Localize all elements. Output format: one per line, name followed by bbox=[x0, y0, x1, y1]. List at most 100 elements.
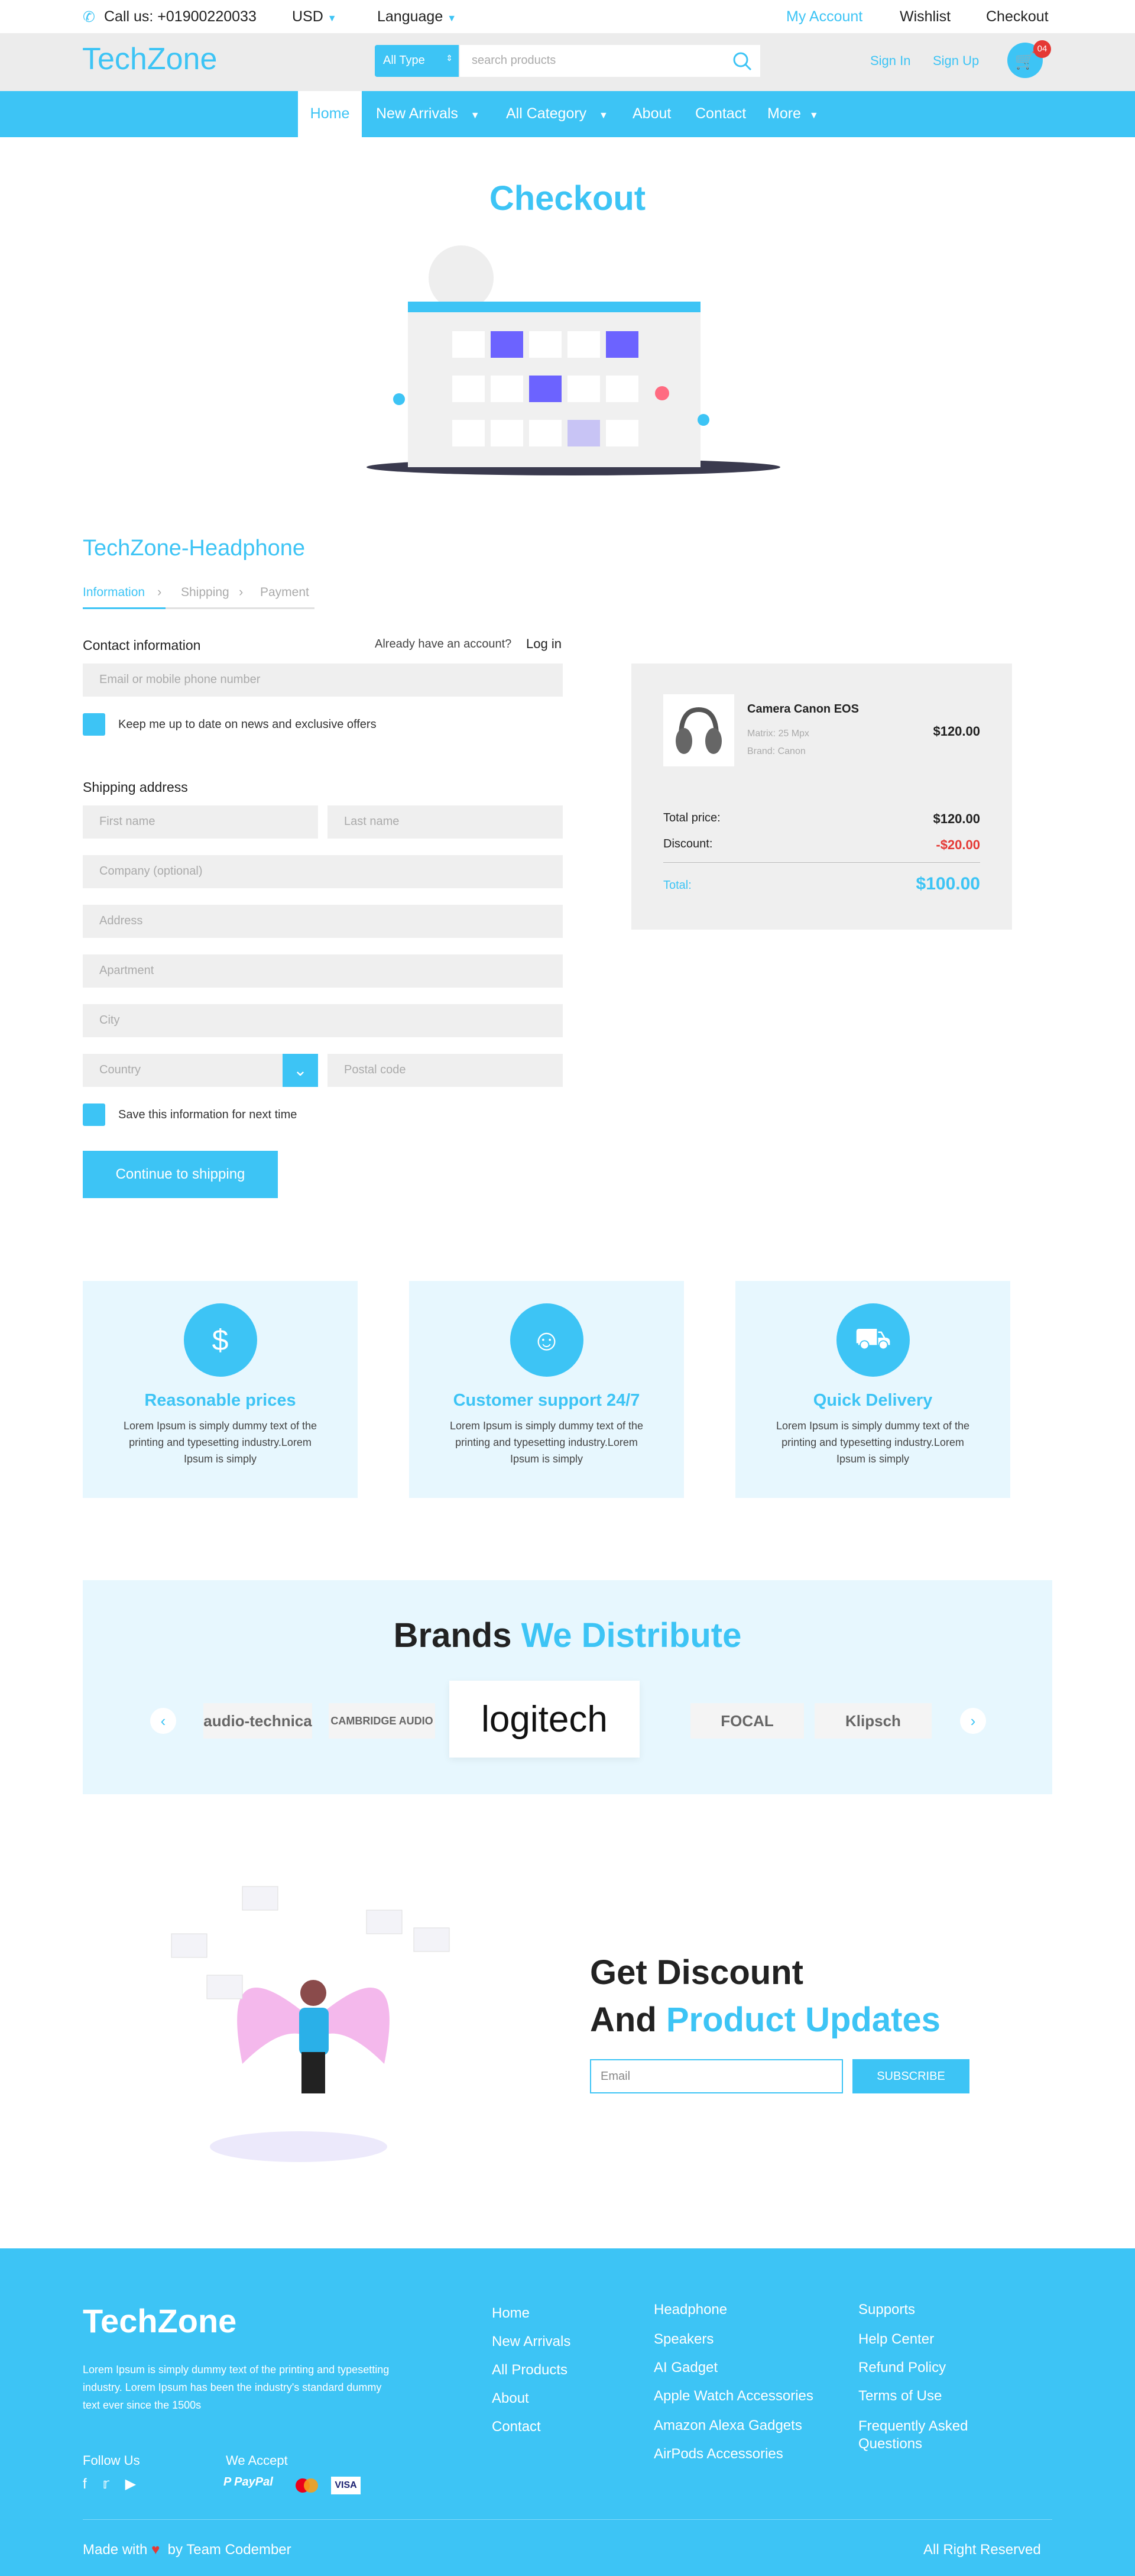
next-arrow-button[interactable]: › bbox=[960, 1708, 986, 1734]
nav-contact[interactable]: Contact bbox=[695, 105, 746, 122]
footer-link[interactable]: Contact bbox=[492, 2419, 541, 2435]
phone-icon: ✆ bbox=[83, 9, 95, 25]
follow-us-label: Follow Us bbox=[83, 2453, 140, 2468]
footer-link[interactable]: AI Gadget bbox=[654, 2360, 718, 2376]
footer-link[interactable]: Apple Watch Accessories bbox=[654, 2388, 813, 2405]
brand-focal[interactable]: FOCAL bbox=[690, 1703, 804, 1739]
nav-more[interactable]: More ▼ bbox=[767, 105, 819, 122]
step-payment[interactable]: Payment bbox=[260, 585, 309, 600]
logo[interactable]: TechZone bbox=[82, 41, 217, 77]
discount-label: Discount: bbox=[663, 837, 713, 850]
nav-all-category[interactable]: All Category ▼ bbox=[506, 105, 608, 122]
chevron-right-icon: › bbox=[157, 584, 162, 599]
total-price-value: $120.00 bbox=[933, 811, 980, 826]
save-info-checkbox[interactable] bbox=[83, 1103, 105, 1126]
brands-section: Brands We Distribute ‹ audio-technica CA… bbox=[83, 1580, 1052, 1794]
facebook-icon[interactable]: f bbox=[83, 2476, 87, 2492]
step-information[interactable]: Information bbox=[83, 585, 145, 600]
subscribe-illustration bbox=[160, 1875, 502, 2170]
search-input[interactable]: search products bbox=[460, 45, 760, 77]
address-field[interactable]: Address bbox=[83, 905, 563, 938]
brand-logitech[interactable]: logitech bbox=[449, 1681, 640, 1758]
postal-code-field[interactable]: Postal code bbox=[327, 1054, 563, 1087]
mastercard-icon bbox=[292, 2477, 322, 2494]
brand-cambridge-audio[interactable]: CAMBRIDGE AUDIO bbox=[329, 1703, 435, 1739]
footer-link[interactable]: Amazon Alexa Gadgets bbox=[654, 2418, 802, 2434]
divider bbox=[663, 862, 980, 863]
shipping-label: Shipping address bbox=[83, 779, 188, 795]
footer-link[interactable]: All Products bbox=[492, 2362, 568, 2378]
footer-link[interactable]: Home bbox=[492, 2305, 530, 2322]
first-name-field[interactable]: First name bbox=[83, 805, 318, 839]
we-accept-label: We Accept bbox=[226, 2453, 288, 2468]
feature-title: Customer support 24/7 bbox=[453, 1391, 640, 1410]
main-nav: Home New Arrivals ▼ All Category ▼ About… bbox=[0, 91, 1135, 137]
hand-dollar-icon: $ bbox=[183, 1303, 257, 1377]
headset-icon: ☺ bbox=[510, 1303, 583, 1377]
footer-link[interactable]: Refund Policy bbox=[858, 2360, 946, 2376]
footer-link[interactable]: Supports bbox=[858, 2302, 915, 2318]
subscribe-button[interactable]: SUBSCRIBE bbox=[852, 2059, 969, 2093]
my-account-link[interactable]: My Account bbox=[786, 8, 862, 25]
footer-link[interactable]: Terms of Use bbox=[858, 2388, 942, 2405]
language-select[interactable]: Language ▼ bbox=[377, 8, 456, 25]
checkout-illustration bbox=[343, 242, 792, 479]
chevron-right-icon: › bbox=[239, 584, 244, 599]
search-icon[interactable] bbox=[731, 50, 754, 73]
footer-link[interactable]: Frequently Asked Questions bbox=[858, 2418, 988, 2453]
footer-link[interactable]: Help Center bbox=[858, 2331, 934, 2348]
sign-up-link[interactable]: Sign Up bbox=[933, 53, 979, 69]
chevron-down-icon[interactable]: ⌄ bbox=[283, 1054, 318, 1087]
feature-text: Lorem Ipsum is simply dummy text of the … bbox=[776, 1420, 970, 1465]
subscribe-heading: Get Discount And Product Updates bbox=[590, 1953, 941, 2039]
nav-new-arrivals[interactable]: New Arrivals ▼ bbox=[376, 105, 480, 122]
prev-arrow-button[interactable]: ‹ bbox=[150, 1708, 176, 1734]
email-input[interactable]: Email bbox=[590, 2059, 843, 2093]
grand-total-value: $100.00 bbox=[916, 874, 980, 894]
rights-text: All Right Reserved bbox=[923, 2542, 1041, 2558]
nav-home[interactable]: Home bbox=[298, 91, 362, 137]
brand-klipsch[interactable]: Klipsch bbox=[815, 1703, 932, 1739]
step-shipping[interactable]: Shipping bbox=[181, 585, 229, 600]
product-image bbox=[663, 694, 734, 766]
footer: TechZone Lorem Ipsum is simply dummy tex… bbox=[0, 2248, 1135, 2576]
currency-select[interactable]: USD ▼ bbox=[292, 8, 337, 25]
footer-link[interactable]: AirPods Accessories bbox=[654, 2446, 783, 2462]
made-with-text: Made with ♥ by Team Codember bbox=[83, 2542, 291, 2558]
page-title: Checkout bbox=[489, 179, 646, 218]
grand-total-label: Total: bbox=[663, 879, 692, 892]
brand-audio-technica[interactable]: audio-technica bbox=[203, 1703, 312, 1739]
sign-in-link[interactable]: Sign In bbox=[870, 53, 911, 69]
youtube-icon[interactable]: ▶ bbox=[125, 2476, 136, 2492]
visa-icon: VISA bbox=[331, 2477, 361, 2494]
email-field[interactable]: Email or mobile phone number bbox=[83, 664, 563, 697]
last-name-field[interactable]: Last name bbox=[327, 805, 563, 839]
footer-link[interactable]: Speakers bbox=[654, 2331, 714, 2348]
continue-to-shipping-button[interactable]: Continue to shipping bbox=[83, 1151, 278, 1198]
nav-about[interactable]: About bbox=[633, 105, 671, 122]
login-link[interactable]: Log in bbox=[526, 636, 562, 652]
newsletter-label: Keep me up to date on news and exclusive… bbox=[118, 718, 377, 731]
have-account-text: Already have an account? bbox=[375, 637, 512, 651]
discount-value: -$20.00 bbox=[936, 837, 980, 852]
wishlist-link[interactable]: Wishlist bbox=[900, 8, 951, 25]
company-field[interactable]: Company (optional) bbox=[83, 855, 563, 888]
cart-icon: 🛒 bbox=[1014, 51, 1036, 70]
category-select[interactable]: All Type ⇕ bbox=[375, 45, 459, 77]
checkout-link[interactable]: Checkout bbox=[986, 8, 1049, 25]
apartment-field[interactable]: Apartment bbox=[83, 954, 563, 988]
cart-badge: 04 bbox=[1033, 40, 1051, 58]
twitter-icon[interactable]: 𝕣 bbox=[102, 2476, 109, 2492]
footer-link[interactable]: Headphone bbox=[654, 2302, 727, 2318]
save-info-label: Save this information for next time bbox=[118, 1108, 297, 1121]
city-field[interactable]: City bbox=[83, 1004, 563, 1037]
newsletter-checkbox[interactable] bbox=[83, 713, 105, 736]
feature-text: Lorem Ipsum is simply dummy text of the … bbox=[449, 1420, 644, 1465]
brands-title: Brands We Distribute bbox=[393, 1616, 742, 1655]
footer-link[interactable]: New Arrivals bbox=[492, 2334, 570, 2350]
footer-link[interactable]: About bbox=[492, 2390, 529, 2407]
feature-title: Quick Delivery bbox=[813, 1391, 933, 1410]
truck-icon: ⛟ bbox=[836, 1303, 910, 1377]
contact-label: Contact information bbox=[83, 637, 201, 653]
top-bar: ✆ Call us: +01900220033 USD ▼ Language ▼… bbox=[0, 0, 1135, 33]
